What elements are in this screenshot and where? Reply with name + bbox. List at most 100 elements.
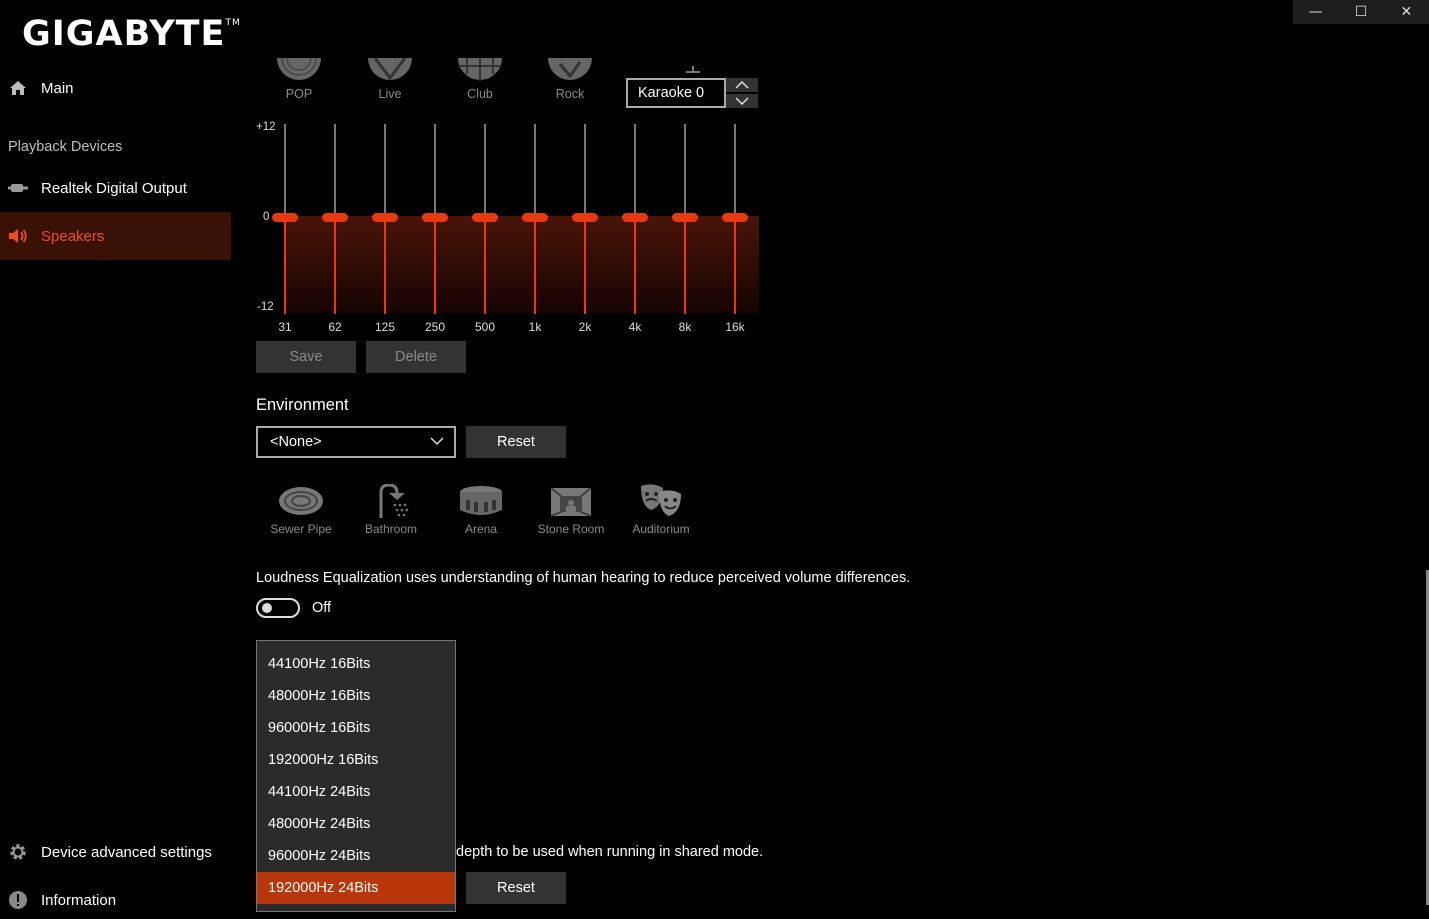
eq-preset-rock[interactable]: Rock bbox=[535, 56, 605, 101]
sewer-pipe-icon bbox=[279, 487, 323, 515]
eq-band-thumb[interactable] bbox=[472, 213, 498, 222]
format-option[interactable]: 48000Hz 24Bits bbox=[257, 808, 455, 840]
eq-band-4k[interactable]: 4k bbox=[622, 124, 648, 334]
sidebar-item-main[interactable]: Main bbox=[0, 64, 231, 112]
sidebar-item-label: Realtek Digital Output bbox=[41, 179, 187, 197]
eq-band-1k[interactable]: 1k bbox=[522, 124, 548, 334]
env-label: Bathroom bbox=[364, 522, 418, 536]
delete-button[interactable]: Delete bbox=[366, 341, 466, 373]
theater-masks-icon bbox=[641, 484, 681, 516]
eq-band-label: 8k bbox=[678, 320, 692, 334]
gear-icon bbox=[8, 842, 28, 862]
chevron-down-icon bbox=[430, 437, 444, 446]
env-preset-stone-room[interactable]: Stone Room bbox=[526, 484, 616, 536]
format-option[interactable]: 96000Hz 24Bits bbox=[257, 840, 455, 872]
loudness-toggle[interactable] bbox=[256, 598, 300, 618]
gigabyte-logo: GIGABYTETM bbox=[22, 14, 241, 54]
environment-reset-button[interactable]: Reset bbox=[466, 426, 566, 458]
env-label: Auditorium bbox=[632, 522, 690, 536]
format-option[interactable]: 192000Hz 16Bits bbox=[257, 744, 455, 776]
close-button[interactable]: ✕ bbox=[1384, 0, 1429, 24]
eq-band-31[interactable]: 31 bbox=[272, 124, 298, 334]
eq-band-label: 250 bbox=[424, 320, 446, 334]
eq-band-8k[interactable]: 8k bbox=[672, 124, 698, 334]
eq-band-track bbox=[634, 124, 636, 218]
eq-band-track bbox=[734, 124, 736, 218]
eq-band-fill bbox=[434, 218, 436, 314]
eq-preset-live[interactable]: Live bbox=[355, 56, 425, 101]
eq-band-thumb[interactable] bbox=[622, 213, 648, 222]
eq-band-track bbox=[584, 124, 586, 218]
eq-band-track bbox=[534, 124, 536, 218]
format-description: depth to be used when running in shared … bbox=[456, 844, 764, 860]
eq-band-track bbox=[484, 124, 486, 218]
format-reset-button[interactable]: Reset bbox=[466, 872, 566, 904]
window-controls: — ☐ ✕ bbox=[1293, 0, 1429, 24]
eq-band-thumb[interactable] bbox=[522, 213, 548, 222]
stone-room-icon bbox=[550, 487, 592, 517]
format-option[interactable]: 192000Hz 24Bits bbox=[257, 872, 455, 904]
preset-label: Club bbox=[467, 87, 493, 101]
eq-preset-club[interactable]: Club bbox=[445, 56, 515, 101]
preset-label: POP bbox=[285, 87, 313, 101]
eq-scale-min: -12 bbox=[257, 301, 274, 313]
eq-band-fill bbox=[334, 218, 336, 314]
environment-preset-row: Sewer Pipe Bathroom Arena Stone Room Aud… bbox=[256, 484, 716, 538]
sidebar-item-realtek-digital-output[interactable]: Realtek Digital Output bbox=[0, 164, 231, 212]
format-option[interactable]: 48000Hz 16Bits bbox=[257, 680, 455, 712]
preset-label: Live bbox=[378, 87, 402, 101]
format-option[interactable]: 44100Hz 24Bits bbox=[257, 776, 455, 808]
sidebar-item-device-advanced-settings[interactable]: Device advanced settings bbox=[0, 828, 231, 876]
eq-band-fill bbox=[284, 218, 286, 314]
eq-band-500[interactable]: 500 bbox=[472, 124, 498, 334]
eq-band-2k[interactable]: 2k bbox=[572, 124, 598, 334]
shower-icon bbox=[379, 484, 409, 518]
sidebar-item-label: Main bbox=[41, 79, 74, 97]
sidebar-item-label: Information bbox=[41, 891, 117, 909]
eq-band-label: 62 bbox=[328, 320, 342, 334]
arena-icon bbox=[460, 486, 502, 515]
spin-up-button[interactable] bbox=[726, 78, 758, 92]
minimize-button[interactable]: — bbox=[1293, 0, 1338, 24]
eq-band-thumb[interactable] bbox=[372, 213, 398, 222]
eq-band-125[interactable]: 125 bbox=[372, 124, 398, 334]
eq-band-62[interactable]: 62 bbox=[322, 124, 348, 334]
club-icon bbox=[458, 58, 502, 81]
spin-down-button[interactable] bbox=[726, 94, 758, 108]
format-option[interactable]: 44100Hz 16Bits bbox=[257, 648, 455, 680]
eq-band-fill bbox=[684, 218, 686, 314]
eq-band-fill bbox=[534, 218, 536, 314]
eq-preset-input[interactable]: Karaoke 0 bbox=[626, 78, 726, 108]
eq-band-fill bbox=[484, 218, 486, 314]
env-label: Sewer Pipe bbox=[270, 522, 332, 536]
sidebar-item-speakers[interactable]: Speakers bbox=[0, 212, 231, 260]
sidebar-item-label: Speakers bbox=[41, 227, 105, 245]
environment-select[interactable]: <None> bbox=[256, 426, 456, 458]
eq-band-16k[interactable]: 16k bbox=[722, 124, 748, 334]
eq-scale-mid: 0 bbox=[263, 211, 270, 223]
pop-icon bbox=[277, 57, 321, 80]
save-button[interactable]: Save bbox=[256, 341, 356, 373]
eq-band-thumb[interactable] bbox=[322, 213, 348, 222]
eq-band-250[interactable]: 250 bbox=[422, 124, 448, 334]
env-preset-auditorium[interactable]: Auditorium bbox=[616, 484, 706, 536]
eq-band-label: 2k bbox=[578, 320, 592, 334]
format-option[interactable]: 96000Hz 16Bits bbox=[257, 712, 455, 744]
env-preset-arena[interactable]: Arena bbox=[436, 484, 526, 536]
digital-output-icon bbox=[8, 178, 28, 198]
eq-band-thumb[interactable] bbox=[422, 213, 448, 222]
eq-band-thumb[interactable] bbox=[722, 213, 748, 222]
environment-select-value: <None> bbox=[270, 434, 322, 450]
eq-band-thumb[interactable] bbox=[572, 213, 598, 222]
env-preset-sewer-pipe[interactable]: Sewer Pipe bbox=[256, 484, 346, 536]
env-preset-bathroom[interactable]: Bathroom bbox=[346, 484, 436, 536]
eq-band-label: 16k bbox=[725, 320, 745, 334]
info-icon bbox=[8, 890, 28, 910]
eq-band-thumb[interactable] bbox=[272, 213, 298, 222]
env-label: Arena bbox=[464, 522, 498, 536]
sidebar-item-information[interactable]: Information bbox=[0, 876, 231, 919]
eq-band-fill bbox=[734, 218, 736, 314]
maximize-button[interactable]: ☐ bbox=[1338, 0, 1383, 24]
eq-preset-pop[interactable]: POP bbox=[264, 56, 334, 101]
eq-band-thumb[interactable] bbox=[672, 213, 698, 222]
